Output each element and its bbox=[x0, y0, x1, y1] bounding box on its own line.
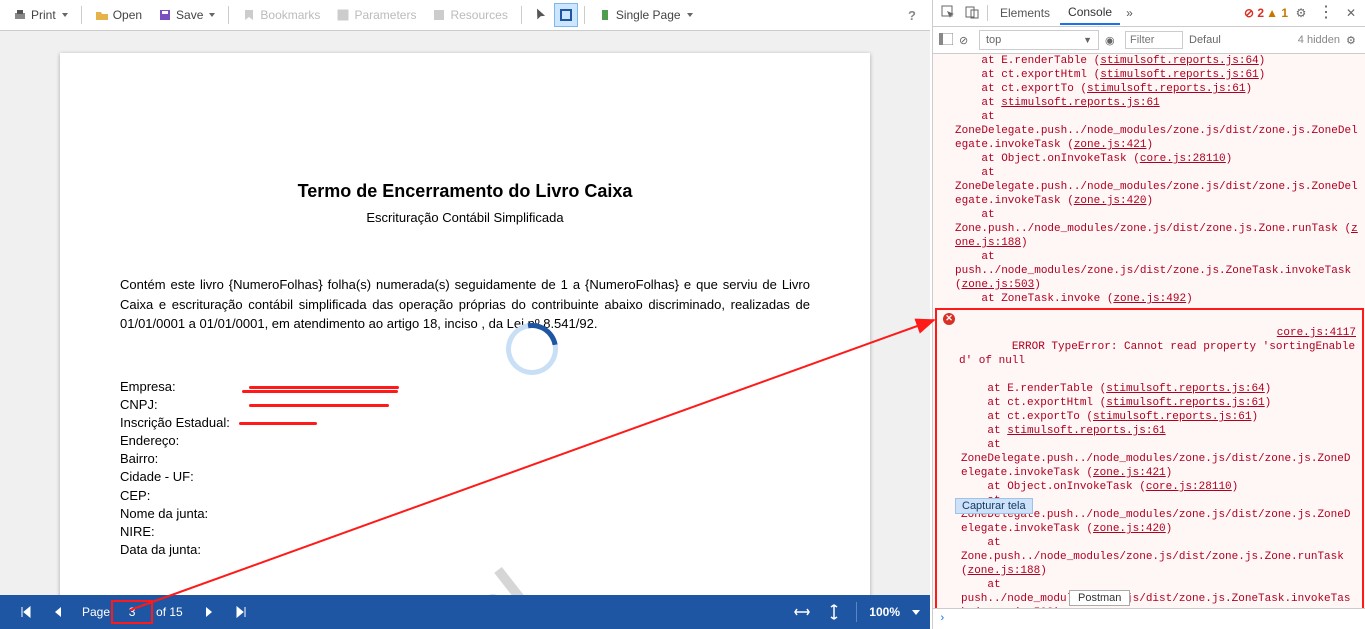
page-number-input[interactable] bbox=[114, 603, 150, 621]
page-body-text: Contém este livro {NumeroFolhas} folha(s… bbox=[120, 275, 810, 334]
settings-gear-icon[interactable]: ⚙ bbox=[1290, 6, 1312, 20]
report-toolbar: Print Open Save Bookmarks Parameters Res… bbox=[0, 0, 930, 31]
error-header: ERROR TypeError: Cannot read property 's… bbox=[959, 341, 1355, 367]
company-fields: Empresa: CNPJ: Inscrição Estadual: Ender… bbox=[120, 378, 810, 560]
field-cnpj: CNPJ: bbox=[120, 397, 158, 412]
field-nire: NIRE: bbox=[120, 523, 810, 541]
field-inscricao: Inscrição Estadual: bbox=[120, 415, 230, 430]
field-empresa: Empresa: bbox=[120, 379, 176, 394]
live-expression-icon[interactable]: ◉ bbox=[1105, 34, 1119, 47]
log-levels-select[interactable]: Defaul bbox=[1189, 34, 1221, 46]
chevron-down-icon bbox=[687, 13, 693, 17]
page-title: Termo de Encerramento do Livro Caixa bbox=[120, 181, 810, 202]
field-data-junta: Data da junta: bbox=[120, 541, 810, 559]
prev-page-button[interactable] bbox=[46, 600, 70, 624]
field-nome-junta: Nome da junta: bbox=[120, 505, 810, 523]
fit-height-button[interactable] bbox=[822, 600, 846, 624]
open-button[interactable]: Open bbox=[88, 3, 149, 27]
single-page-button[interactable]: Single Page bbox=[591, 3, 700, 27]
print-label: Print bbox=[31, 8, 56, 22]
field-bairro: Bairro: bbox=[120, 450, 810, 468]
last-page-button[interactable] bbox=[229, 600, 253, 624]
parameters-label: Parameters bbox=[354, 8, 416, 22]
field-cep: CEP: bbox=[120, 487, 810, 505]
console-toolbar: ⊘ top ▼ ◉ Defaul 4 hidden ⚙ bbox=[933, 27, 1365, 54]
resources-button: Resources bbox=[425, 3, 514, 27]
field-cidade-uf: Cidade - UF: bbox=[120, 468, 810, 486]
tab-console[interactable]: Console bbox=[1060, 1, 1120, 25]
source-link[interactable]: core.js:4117 bbox=[1277, 326, 1356, 340]
open-label: Open bbox=[113, 8, 142, 22]
annotated-error-entry: ✕ core.js:4117 ERROR TypeError: Cannot r… bbox=[935, 308, 1364, 608]
kebab-menu-icon[interactable]: ⋮ bbox=[1314, 6, 1338, 20]
report-page: Termo de Encerramento do Livro Caixa Esc… bbox=[60, 53, 870, 595]
bookmarks-button: Bookmarks bbox=[235, 3, 327, 27]
find-button[interactable] bbox=[528, 3, 552, 27]
fullscreen-button[interactable] bbox=[554, 3, 578, 27]
help-button[interactable]: ? bbox=[900, 8, 924, 23]
page-word-label: Page bbox=[82, 605, 110, 619]
error-icon: ✕ bbox=[943, 313, 955, 325]
console-log-area[interactable]: at E.renderTable (stimulsoft.reports.js:… bbox=[933, 54, 1365, 608]
console-prompt[interactable]: › bbox=[933, 608, 1365, 629]
error-count-badge[interactable]: ⊘ 2 bbox=[1244, 6, 1264, 20]
console-sidebar-toggle-icon[interactable] bbox=[939, 33, 953, 48]
clear-console-icon[interactable]: ⊘ bbox=[959, 34, 973, 47]
console-settings-gear-icon[interactable]: ⚙ bbox=[1346, 34, 1360, 47]
chevron-down-icon bbox=[209, 13, 215, 17]
devtools-panel: Elements Console » ⊘ 2 ▲ 1 ⚙ ⋮ ✕ ⊘ top ▼… bbox=[932, 0, 1365, 629]
hidden-count[interactable]: 4 hidden bbox=[1298, 34, 1340, 46]
watermark: al bbox=[452, 554, 547, 595]
console-entry: at E.renderTable (stimulsoft.reports.js:… bbox=[933, 54, 1365, 306]
capture-screen-tooltip: Capturar tela bbox=[955, 498, 1033, 514]
console-entry: at E.renderTable (stimulsoft.reports.js:… bbox=[939, 382, 1360, 608]
chevron-down-icon[interactable] bbox=[912, 610, 920, 615]
fit-width-button[interactable] bbox=[790, 600, 814, 624]
pagination-bar: Page of 15 100% bbox=[0, 595, 930, 629]
first-page-button[interactable] bbox=[14, 600, 38, 624]
page-subtitle: Escrituração Contábil Simplificada bbox=[120, 210, 810, 225]
devtools-tabs: Elements Console » ⊘ 2 ▲ 1 ⚙ ⋮ ✕ bbox=[933, 0, 1365, 27]
close-devtools-icon[interactable]: ✕ bbox=[1340, 6, 1362, 20]
single-page-label: Single Page bbox=[616, 8, 681, 22]
parameters-button: Parameters bbox=[329, 3, 423, 27]
chevron-down-icon bbox=[62, 13, 68, 17]
execution-context-select[interactable]: top ▼ bbox=[979, 30, 1099, 50]
page-canvas[interactable]: Termo de Encerramento do Livro Caixa Esc… bbox=[0, 31, 930, 595]
console-filter-input[interactable] bbox=[1125, 31, 1183, 49]
zoom-level-label[interactable]: 100% bbox=[869, 605, 900, 619]
postman-tooltip: Postman bbox=[1069, 590, 1130, 606]
context-label: top bbox=[986, 34, 1001, 46]
print-button[interactable]: Print bbox=[6, 3, 75, 27]
resources-label: Resources bbox=[450, 8, 507, 22]
total-pages-label: of 15 bbox=[156, 605, 183, 619]
next-page-button[interactable] bbox=[197, 600, 221, 624]
warning-count-badge[interactable]: ▲ 1 bbox=[1266, 6, 1288, 20]
field-endereco: Endereço: bbox=[120, 432, 810, 450]
bookmarks-label: Bookmarks bbox=[260, 8, 320, 22]
device-toggle-icon[interactable] bbox=[961, 5, 983, 22]
tab-elements[interactable]: Elements bbox=[992, 2, 1058, 24]
tab-more[interactable]: » bbox=[1122, 6, 1137, 20]
inspect-element-icon[interactable] bbox=[937, 5, 959, 22]
save-label: Save bbox=[176, 8, 203, 22]
save-button[interactable]: Save bbox=[151, 3, 222, 27]
